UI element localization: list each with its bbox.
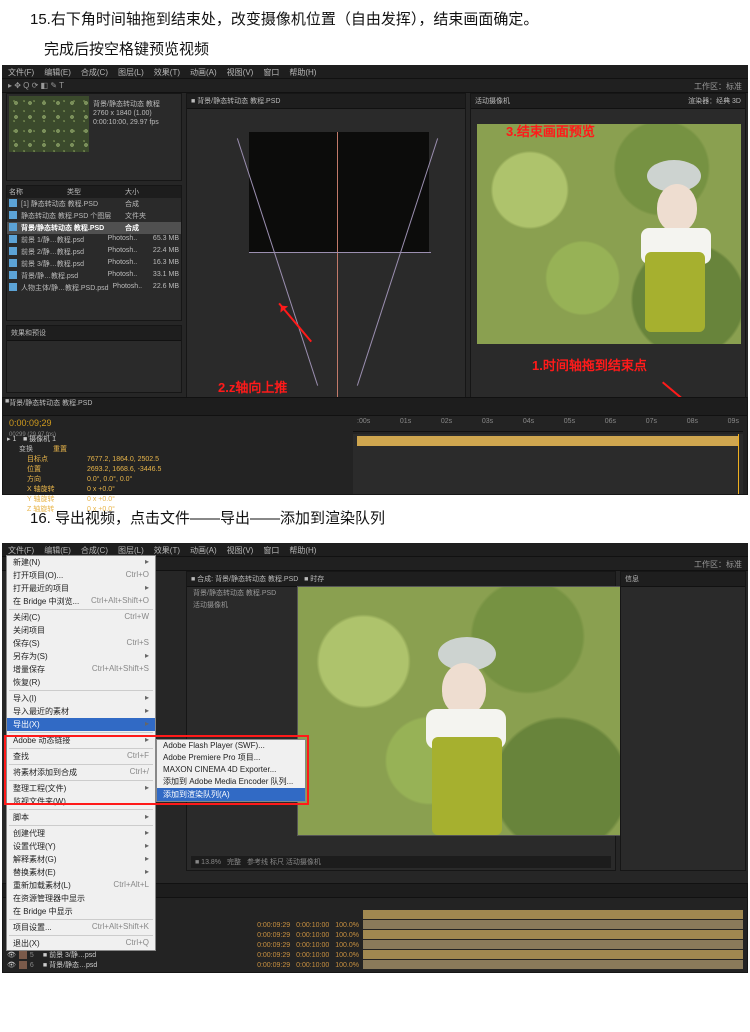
timeline-tab: ■ 背景/静态转动态 教程.PSD <box>3 398 747 416</box>
proj-meta: 背景/静态转动态 教程2760 x 1840 (1.00)0:00:10:00,… <box>93 100 160 127</box>
project-files: 名称类型大小[1] 静态转动态 教程.PSD合成静态转动态 教程.PSD 个图层… <box>6 185 182 321</box>
girl-dress <box>432 737 502 835</box>
proj-thumb <box>9 96 89 152</box>
comp-path: 背景/静态转动态 教程.PSD <box>193 588 276 598</box>
ae-screenshot-2: 文件(F)编辑(E)合成(C)图层(L)效果(T)动画(A)视图(V)窗口帮助(… <box>2 543 748 973</box>
project-panel: 背景/静态转动态 教程2760 x 1840 (1.00)0:00:10:00,… <box>6 93 182 181</box>
layer-bar <box>357 436 739 446</box>
preview-image <box>477 124 741 344</box>
time-ruler: :00s01s02s03s04s05s06s07s08s09s <box>353 416 743 432</box>
step15-sub: 完成后按空格键预览视频 <box>0 38 750 65</box>
info-panel: 信息 <box>620 571 746 871</box>
active-cam: 活动摄像机 <box>193 600 228 610</box>
playhead <box>738 434 739 494</box>
ae-screenshot-1: 文件(F)编辑(E)合成(C)图层(L)效果(T)动画(A)视图(V)窗口帮助(… <box>2 65 748 495</box>
comp-tab: ■ 背景/静态转动态 教程.PSD <box>187 94 465 109</box>
track-area <box>353 434 743 494</box>
girl-face <box>657 184 697 232</box>
timeline-panel: ■ 背景/静态转动态 教程.PSD 0:00:09;29 00299 (29.9… <box>2 397 748 495</box>
menubar: 文件(F)编辑(E)合成(C)图层(L)效果(T)动画(A)视图(V)窗口帮助(… <box>2 65 748 79</box>
comp-tab: ■ 合成: 背景/静态转动态 教程.PSD ■ 时存 <box>187 572 615 587</box>
preview-title: 活动摄像机 渲染器：经典 3D <box>471 94 745 109</box>
comp-frame <box>297 586 627 836</box>
comp-footer: ■ 13.8%完整参考线 标尺 活动摄像机 <box>191 856 611 868</box>
toolbar: ▸ ✥ Q ⟳ ◧ ✎ T 工作区：标准 <box>2 79 748 93</box>
fx-title: 效果和预设 <box>7 326 181 341</box>
export-submenu[interactable]: Adobe Flash Player (SWF)...Adobe Premier… <box>156 739 306 802</box>
camera-frame <box>249 132 429 252</box>
girl-face <box>442 663 486 715</box>
file-menu[interactable]: 新建(N)打开项目(O)...Ctrl+O打开最近的项目在 Bridge 中浏览… <box>6 555 156 951</box>
annot-2: 2.z轴向上推 <box>218 377 287 396</box>
effects-panel: 效果和预设 <box>6 325 182 393</box>
camera-axis <box>337 132 338 432</box>
girl-dress <box>645 252 705 332</box>
composition-panel: ■ 合成: 背景/静态转动态 教程.PSD ■ 时存 背景/静态转动态 教程.P… <box>186 571 616 871</box>
step15-title: 15.右下角时间轴拖到结束处，改变摄像机位置（自由发挥），结束画面确定。 <box>0 0 750 38</box>
annot-1: 1.时间轴拖到结束点 <box>532 355 647 374</box>
track-area <box>363 910 743 968</box>
preview-image <box>298 587 626 835</box>
annot-3: 3.结束画面预览 <box>506 121 595 140</box>
camera-guide <box>249 252 431 253</box>
